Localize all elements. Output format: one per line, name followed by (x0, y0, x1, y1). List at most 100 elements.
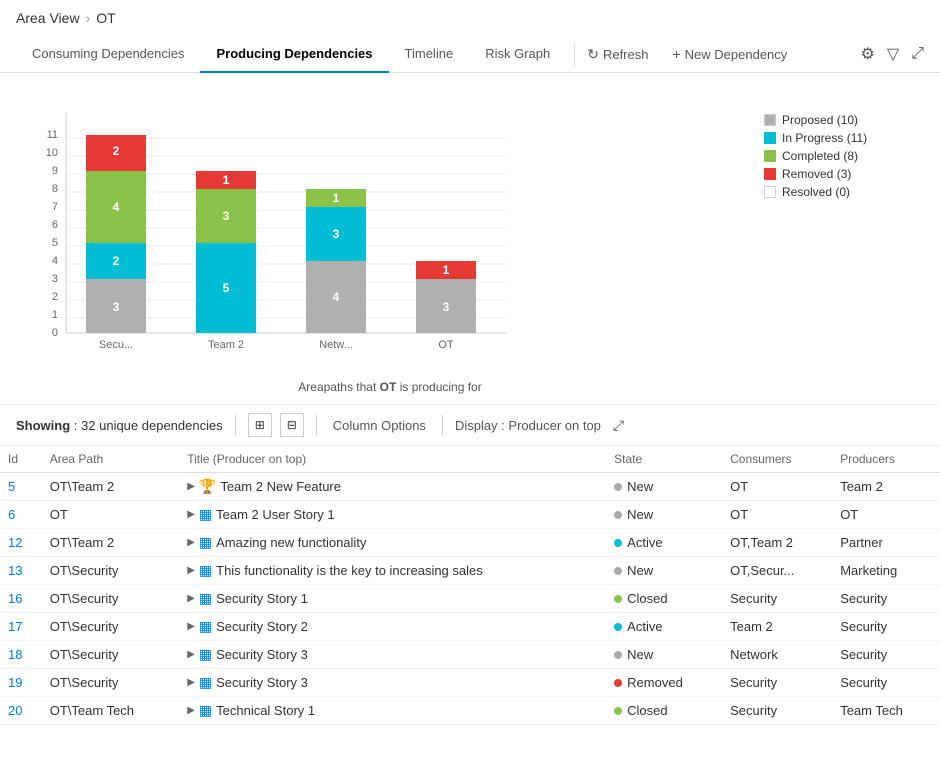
cell-consumers: Security (722, 697, 832, 725)
svg-text:4: 4 (333, 290, 340, 304)
cell-area-path: OT\Security (42, 613, 179, 641)
expand-icon[interactable]: ⤢ (911, 45, 924, 63)
cell-title: ▶ ▦ This functionality is the key to inc… (179, 557, 606, 585)
breadcrumb-root[interactable]: Area View (16, 10, 80, 26)
id-link[interactable]: 18 (8, 647, 22, 662)
tab-producing[interactable]: Producing Dependencies (200, 36, 388, 73)
cell-producers: Partner (832, 529, 940, 557)
cell-title-text: Security Story 3 (216, 675, 308, 690)
id-link[interactable]: 13 (8, 563, 22, 578)
cell-area-path: OT\Security (42, 669, 179, 697)
legend-inprogress: In Progress (11) (764, 131, 924, 145)
cell-area-path: OT\Team 2 (42, 473, 179, 501)
column-options-button[interactable]: Column Options (329, 416, 430, 435)
display-label: Display : Producer on top (455, 418, 601, 433)
svg-text:1: 1 (333, 191, 340, 205)
collapse-all-button[interactable]: ⊟ (280, 413, 304, 437)
id-link[interactable]: 12 (8, 535, 22, 550)
refresh-button[interactable]: ↻ Refresh (583, 38, 652, 71)
row-expand-caret[interactable]: ▶ (187, 481, 195, 492)
cell-area-path: OT\Team Tech (42, 697, 179, 725)
cell-title: ▶ ▦ Security Story 3 (179, 669, 606, 697)
id-link[interactable]: 16 (8, 591, 22, 606)
chart-legend: Proposed (10) In Progress (11) Completed… (764, 93, 924, 203)
svg-text:OT: OT (438, 339, 454, 351)
title-icon: 🏆 (199, 478, 216, 495)
cell-producers: OT (832, 501, 940, 529)
svg-text:3: 3 (52, 273, 58, 285)
cell-title: ▶ ▦ Security Story 2 (179, 613, 606, 641)
svg-text:3: 3 (223, 209, 230, 223)
id-link[interactable]: 5 (8, 479, 15, 494)
showing-keyword: Showing (16, 418, 70, 433)
cell-title-text: Security Story 2 (216, 619, 308, 634)
cell-title-text: Team 2 New Feature (220, 479, 341, 494)
cell-area-path: OT\Security (42, 585, 179, 613)
refresh-label: Refresh (603, 47, 649, 62)
new-dependency-label: New Dependency (685, 47, 788, 62)
svg-text:5: 5 (223, 281, 230, 295)
svg-text:4: 4 (113, 200, 120, 214)
cell-title-text: Team 2 User Story 1 (216, 507, 335, 522)
cell-consumers: Security (722, 669, 832, 697)
svg-text:4: 4 (52, 255, 58, 267)
title-icon: ▦ (199, 534, 212, 551)
row-expand-caret[interactable]: ▶ (187, 677, 195, 688)
table-row: 5 OT\Team 2 ▶ 🏆 Team 2 New Feature New O… (0, 473, 940, 501)
state-text: Closed (627, 591, 667, 606)
title-icon: ▦ (199, 674, 212, 691)
svg-text:3: 3 (333, 227, 340, 241)
cell-producers: Security (832, 669, 940, 697)
cell-title-text: This functionality is the key to increas… (216, 563, 483, 578)
filter-icon[interactable]: ▽ (887, 44, 899, 64)
tab-timeline[interactable]: Timeline (389, 36, 470, 73)
title-icon: ▦ (199, 562, 212, 579)
id-link[interactable]: 19 (8, 675, 22, 690)
row-expand-caret[interactable]: ▶ (187, 705, 195, 716)
new-dependency-button[interactable]: + New Dependency (668, 38, 791, 70)
state-dot (614, 567, 622, 575)
cell-title: ▶ 🏆 Team 2 New Feature (179, 473, 606, 501)
cell-state: New (606, 557, 722, 585)
state-dot (614, 539, 622, 547)
tab-risk[interactable]: Risk Graph (469, 36, 566, 73)
svg-text:1: 1 (52, 309, 58, 321)
row-expand-caret[interactable]: ▶ (187, 621, 195, 632)
cell-id: 6 (0, 501, 42, 529)
col-consumers: Consumers (722, 446, 832, 473)
cell-state: Active (606, 529, 722, 557)
cell-area-path: OT\Team 2 (42, 529, 179, 557)
svg-text:6: 6 (52, 219, 58, 231)
cell-title: ▶ ▦ Technical Story 1 (179, 697, 606, 725)
state-text: Active (627, 619, 662, 634)
svg-text:1: 1 (223, 173, 230, 187)
row-expand-caret[interactable]: ▶ (187, 593, 195, 604)
table-row: 19 OT\Security ▶ ▦ Security Story 3 Remo… (0, 669, 940, 697)
svg-text:3: 3 (443, 300, 450, 314)
row-expand-caret[interactable]: ▶ (187, 565, 195, 576)
caption-prefix: Areapaths that (298, 380, 376, 394)
id-link[interactable]: 17 (8, 619, 22, 634)
table-row: 6 OT ▶ ▦ Team 2 User Story 1 New OT OT (0, 501, 940, 529)
display-expand-icon[interactable]: ⤢ (613, 417, 624, 434)
id-link[interactable]: 20 (8, 703, 22, 718)
breadcrumb-separator: › (86, 10, 91, 26)
svg-text:2: 2 (113, 254, 120, 268)
cell-state: Closed (606, 697, 722, 725)
cell-id: 5 (0, 473, 42, 501)
id-link[interactable]: 6 (8, 507, 15, 522)
svg-text:2: 2 (113, 144, 120, 158)
row-expand-caret[interactable]: ▶ (187, 649, 195, 660)
state-dot (614, 623, 622, 631)
row-expand-caret[interactable]: ▶ (187, 537, 195, 548)
cell-area-path: OT (42, 501, 179, 529)
cell-id: 17 (0, 613, 42, 641)
state-dot (614, 595, 622, 603)
expand-all-button[interactable]: ⊞ (248, 413, 272, 437)
tab-consuming[interactable]: Consuming Dependencies (16, 36, 200, 73)
cell-id: 16 (0, 585, 42, 613)
row-expand-caret[interactable]: ▶ (187, 509, 195, 520)
cell-area-path: OT\Security (42, 641, 179, 669)
state-dot (614, 679, 622, 687)
settings-icon[interactable]: ⚙ (861, 44, 875, 64)
